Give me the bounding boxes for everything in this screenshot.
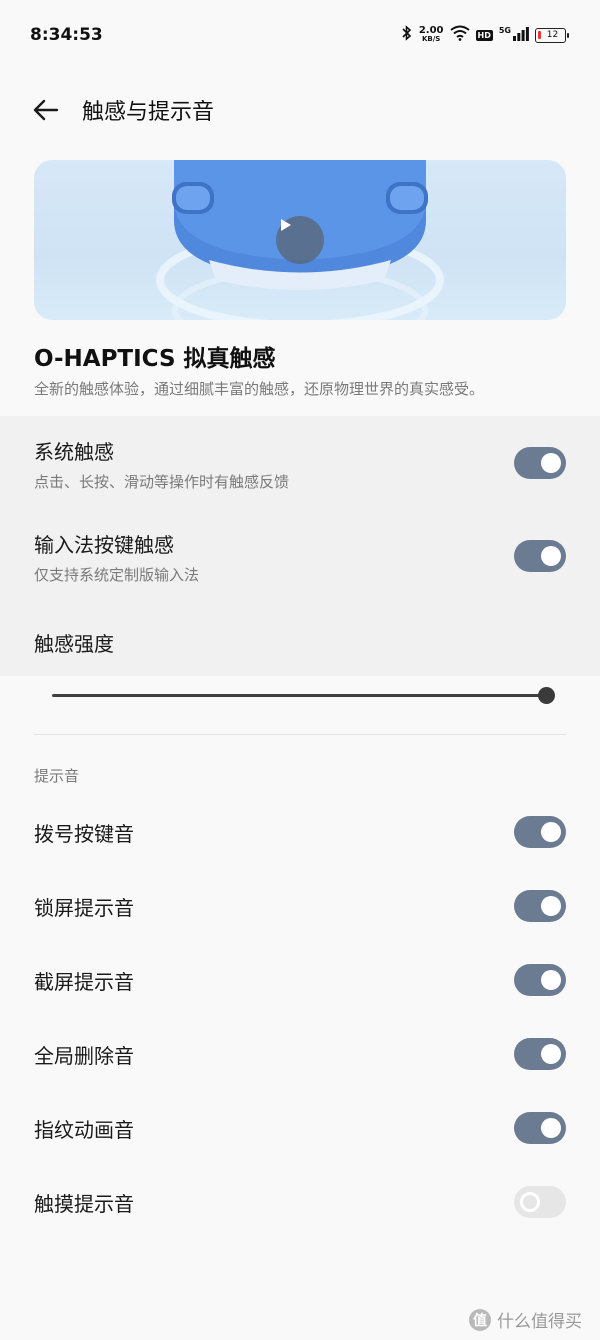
intensity-title: 触感强度 [34, 632, 114, 656]
delete-sound-toggle[interactable] [514, 1038, 566, 1070]
back-arrow-icon [33, 99, 59, 121]
sound-label: 截屏提示音 [34, 970, 134, 994]
sound-row-fingerprint[interactable]: 指纹动画音 [0, 1092, 600, 1166]
net-speed: 2.00 KB/S [419, 26, 444, 44]
feature-title: O-HAPTICS 拟真触感 [34, 346, 276, 372]
back-button[interactable] [26, 90, 66, 130]
sound-label: 全局删除音 [34, 1044, 134, 1068]
system-haptics-row[interactable]: 系统触感 点击、长按、滑动等操作时有触感反馈 [0, 416, 600, 509]
toggle-knob [541, 546, 561, 566]
touch-sound-toggle[interactable] [514, 1186, 566, 1218]
slider-track[interactable] [52, 694, 548, 697]
sounds-section-label: 提示音 [34, 767, 80, 785]
toggle-knob [541, 1044, 561, 1064]
system-haptics-toggle[interactable] [514, 447, 566, 479]
status-bar: 8:34:53 2.00 KB/S HD 5G 12 [0, 0, 600, 70]
page-title: 触感与提示音 [82, 100, 215, 125]
sound-label: 锁屏提示音 [34, 896, 134, 920]
system-haptics-subtitle: 点击、长按、滑动等操作时有触感反馈 [34, 473, 290, 491]
status-icons: 2.00 KB/S HD 5G 12 [401, 25, 569, 45]
sound-row-delete[interactable]: 全局删除音 [0, 1018, 600, 1092]
toggle-knob [541, 1118, 561, 1138]
wifi-icon [449, 25, 470, 45]
toggle-knob [541, 822, 561, 842]
intensity-slider[interactable] [52, 686, 556, 706]
haptics-video[interactable] [34, 160, 566, 320]
hd-badge: HD [475, 29, 493, 41]
screenshot-sound-toggle[interactable] [514, 964, 566, 996]
net-speed-value: 2.00 [418, 25, 444, 36]
keyboard-haptics-subtitle: 仅支持系统定制版输入法 [34, 566, 200, 584]
bluetooth-icon [401, 25, 413, 45]
haptics-section: 系统触感 点击、长按、滑动等操作时有触感反馈 输入法按键触感 仅支持系统定制版输… [0, 416, 600, 676]
system-haptics-title: 系统触感 [34, 440, 114, 464]
battery-level: 12 [546, 30, 559, 40]
intensity-row: 触感强度 [0, 602, 600, 676]
toggle-knob [541, 896, 561, 916]
sound-row-screenshot[interactable]: 截屏提示音 [0, 944, 600, 1018]
watermark-text: 什么值得买 [497, 1312, 582, 1332]
battery-fill [538, 30, 541, 39]
sound-row-touch[interactable]: 触摸提示音 [0, 1166, 600, 1240]
keyboard-haptics-title: 输入法按键触感 [34, 533, 174, 557]
play-icon [281, 219, 291, 231]
toggle-knob [520, 1192, 540, 1212]
feature-description: 全新的触感体验，通过细腻丰富的触感，还原物理世界的真实感受。 [34, 380, 485, 398]
fingerprint-sound-toggle[interactable] [514, 1112, 566, 1144]
battery-icon: 12 [535, 27, 569, 43]
net-speed-unit: KB/S [421, 35, 441, 43]
watermark: 值 什么值得买 [469, 1307, 582, 1332]
slider-thumb[interactable] [538, 687, 555, 704]
sound-row-dialpad[interactable]: 拨号按键音 [0, 796, 600, 870]
toggle-knob [541, 970, 561, 990]
sound-label: 指纹动画音 [34, 1118, 134, 1142]
watermark-logo: 值 [469, 1308, 491, 1331]
network-type: 5G [498, 25, 511, 35]
sound-label: 拨号按键音 [34, 822, 134, 846]
dialpad-sound-toggle[interactable] [514, 816, 566, 848]
sound-row-lockscreen[interactable]: 锁屏提示音 [0, 870, 600, 944]
sound-label: 触摸提示音 [34, 1192, 134, 1216]
divider [34, 734, 566, 735]
keyboard-haptics-toggle[interactable] [514, 540, 566, 572]
status-time: 8:34:53 [30, 25, 103, 45]
toggle-knob [541, 453, 561, 473]
signal-icon [513, 26, 529, 45]
play-button[interactable] [276, 216, 324, 264]
keyboard-haptics-row[interactable]: 输入法按键触感 仅支持系统定制版输入法 [0, 509, 600, 602]
lockscreen-sound-toggle[interactable] [514, 890, 566, 922]
header: 触感与提示音 [0, 80, 600, 140]
